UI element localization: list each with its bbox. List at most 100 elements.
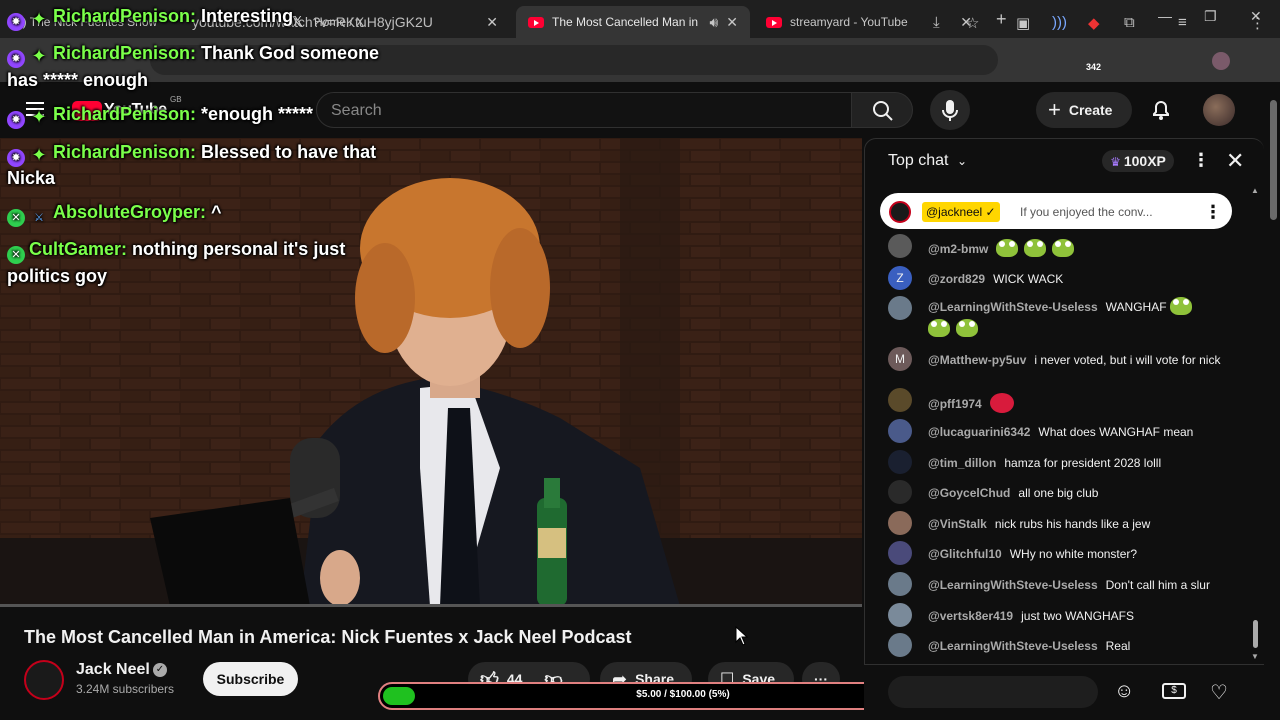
notifications-bell-icon[interactable] (1150, 99, 1172, 121)
overlay-chat-line: ✸ ✦ RichardPenison: *enough ***** (7, 104, 313, 129)
chat-scrollbar[interactable] (1253, 620, 1258, 648)
region-code: GB (170, 95, 182, 104)
extension-audio-icon[interactable]: ))) (1052, 14, 1067, 31)
new-tab-button[interactable]: + (996, 9, 1007, 30)
author-avatar[interactable] (888, 572, 912, 596)
message-text: Don't call him a slur (1105, 578, 1210, 592)
author-name[interactable]: @Matthew-py5uv (928, 353, 1026, 367)
frog-emoji-icon (1169, 297, 1192, 315)
close-tab-icon[interactable]: ✕ (726, 14, 738, 31)
voice-search-button[interactable] (930, 90, 970, 130)
author-name[interactable]: @VinStalk (928, 517, 987, 531)
diamond-icon: ✦ (31, 46, 47, 66)
message-text: WICK WACK (993, 272, 1064, 286)
author-avatar[interactable] (888, 450, 912, 474)
minimize-button[interactable]: — (1158, 8, 1172, 24)
search-placeholder: Search (331, 102, 382, 119)
screen: (3) The Nick Fuentes Show 𝕏 Home / X ✕ T… (0, 0, 1280, 720)
overlay-chat-line: ✸ ✦ RichardPenison: Blessed to have that (7, 142, 376, 167)
tab-streamyard-youtube[interactable]: streamyard - YouTube ✕ (754, 6, 984, 38)
video-progress-track[interactable] (0, 604, 862, 607)
author-avatar[interactable]: M (888, 347, 912, 371)
author-name[interactable]: @Glitchful10 (928, 547, 1002, 561)
search-button[interactable] (851, 92, 913, 128)
frog-emoji-icon (996, 239, 1019, 257)
extension-badge-count: 342 (1086, 62, 1102, 72)
sword-icon: ⚔ (34, 212, 44, 224)
author-name[interactable]: @LearningWithSteve-Useless (928, 639, 1098, 653)
create-button[interactable]: + Create (1036, 92, 1132, 128)
author-name[interactable]: @GoycelChud (928, 486, 1010, 500)
plus-icon: + (1048, 97, 1061, 122)
author-name[interactable]: @vertsk8er419 (928, 609, 1013, 623)
tab-most-cancelled-man[interactable]: The Most Cancelled Man in 🔊︎ ✕ (516, 6, 750, 38)
message-text: all one big club (1018, 486, 1099, 500)
author-name[interactable]: @LearningWithSteve-Useless (928, 300, 1098, 314)
message-text: just two WANGHAFS (1021, 609, 1135, 623)
scroll-up-arrow-icon[interactable]: ▲ (1251, 186, 1259, 195)
chat-mode-selector[interactable]: Top chat ⌄ (888, 152, 967, 170)
overlay-chat-line: ✕ CultGamer: nothing personal it's just (7, 239, 345, 264)
chat-more-options-icon[interactable]: ⋮ (1192, 150, 1210, 171)
chat-message-input[interactable] (888, 676, 1098, 708)
bookmark-star-icon[interactable]: ☆ (966, 14, 979, 32)
account-avatar[interactable] (1203, 94, 1235, 126)
close-tab-icon[interactable]: ✕ (486, 14, 498, 31)
frog-emoji-icon (1052, 239, 1075, 257)
page-scrollbar-thumb[interactable] (1270, 100, 1277, 220)
super-chat-icon[interactable]: $ (1162, 683, 1186, 699)
frog-emoji-icon (1024, 239, 1047, 257)
scroll-down-arrow-icon[interactable]: ▼ (1251, 652, 1259, 661)
subscribe-button[interactable]: Subscribe (203, 662, 298, 696)
verified-check-icon: ✓ (153, 663, 167, 677)
author-name[interactable]: @LearningWithSteve-Useless (928, 578, 1098, 592)
author-avatar[interactable]: Z (888, 266, 912, 290)
message-text: hamza for president 2028 lolll (1004, 456, 1162, 470)
media-controls-icon[interactable]: ≡ (1178, 14, 1187, 31)
xp-badge[interactable]: ♛ 100XP (1102, 150, 1174, 172)
lips-emoji-icon (989, 393, 1014, 413)
overlay-chat-line: ✕ ⚔ AbsoluteGroyper: ^ (7, 202, 222, 227)
diamond-icon: ✦ (31, 145, 47, 165)
author-avatar[interactable] (888, 541, 912, 565)
author-avatar[interactable] (888, 388, 912, 412)
audio-playing-icon[interactable]: 🔊︎ (709, 14, 718, 31)
youtube-favicon-icon (766, 16, 782, 28)
pinned-author-name: @jackneel ✓ (922, 202, 1000, 222)
channel-avatar[interactable] (24, 660, 64, 700)
close-chat-icon[interactable]: ✕ (1226, 148, 1244, 174)
video-title: The Most Cancelled Man in America: Nick … (24, 627, 632, 647)
author-name[interactable]: @lucaguarini6342 (928, 425, 1030, 439)
channel-name[interactable]: Jack Neel (76, 661, 150, 679)
author-name[interactable]: @m2-bmw (928, 242, 988, 256)
pinned-message-text: If you enjoyed the conv... (1020, 205, 1153, 219)
pinned-author-avatar (889, 201, 911, 223)
search-icon (873, 101, 893, 121)
microphone-icon (942, 100, 958, 121)
author-name[interactable]: @zord829 (928, 272, 985, 286)
emoji-icon[interactable]: ☺ (1114, 680, 1134, 703)
extensions-puzzle-icon[interactable]: ⧉ (1124, 14, 1135, 31)
search-input[interactable] (316, 92, 852, 128)
author-name[interactable]: @tim_dillon (928, 456, 996, 470)
heart-icon[interactable]: ♡ (1210, 680, 1228, 705)
author-avatar[interactable] (888, 419, 912, 443)
browser-menu-icon[interactable]: ⋮ (1250, 14, 1265, 32)
author-name[interactable]: @pff1974 (928, 397, 982, 411)
author-avatar[interactable] (888, 234, 912, 258)
profile-avatar-icon[interactable] (1212, 52, 1230, 70)
author-avatar[interactable] (888, 603, 912, 627)
author-avatar[interactable] (888, 480, 912, 504)
extension-k-icon[interactable]: ▣ (1016, 14, 1030, 32)
diamond-icon: ✦ (31, 9, 47, 29)
install-app-icon[interactable]: ⤓ (933, 14, 940, 31)
author-avatar[interactable] (888, 633, 912, 657)
maximize-button[interactable]: ❐ (1204, 8, 1217, 25)
pinned-more-options-icon[interactable]: ⋮ (1204, 202, 1222, 223)
extension-badge-icon[interactable]: ◆ (1088, 14, 1100, 32)
diamond-icon: ✦ (31, 107, 47, 127)
badge-icon: ✕ (7, 209, 25, 227)
author-avatar[interactable] (888, 296, 912, 320)
author-avatar[interactable] (888, 511, 912, 535)
mouse-cursor-icon (735, 626, 749, 646)
